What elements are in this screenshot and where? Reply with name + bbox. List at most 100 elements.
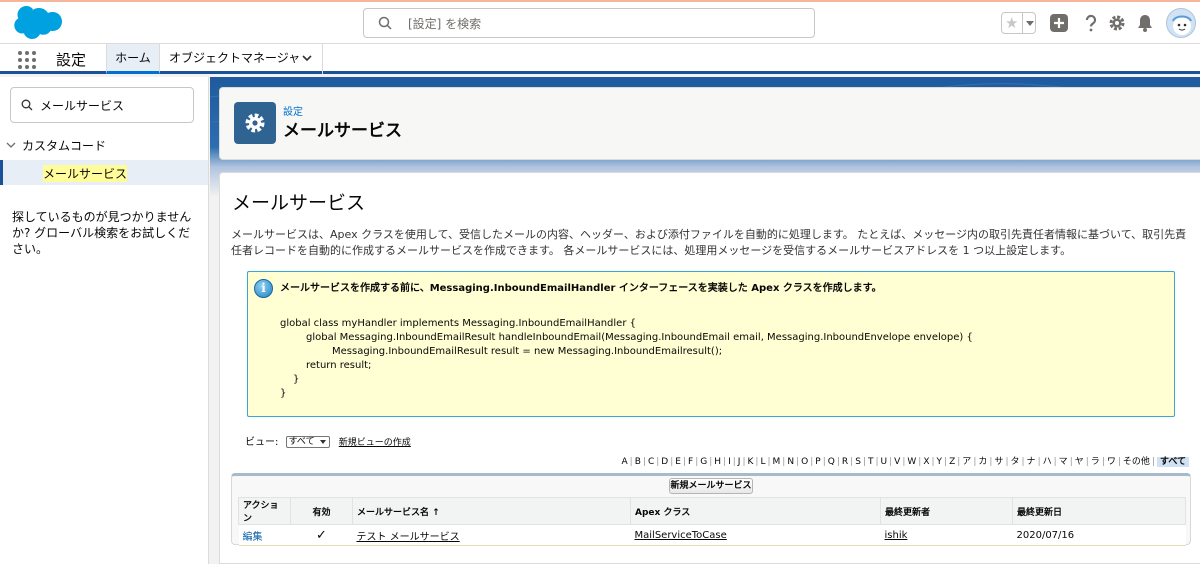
alpha-separator: | bbox=[931, 457, 935, 467]
section-title: メールサービス bbox=[232, 192, 366, 214]
tab-home[interactable]: ホーム bbox=[106, 44, 160, 74]
plus-icon[interactable] bbox=[1049, 13, 1069, 33]
setup-gear-icon bbox=[234, 102, 276, 144]
alpha-filter-item[interactable]: W bbox=[907, 457, 916, 467]
alpha-filter-item[interactable]: Q bbox=[828, 457, 835, 467]
tree-node-custom-code[interactable]: カスタムコード bbox=[6, 137, 106, 154]
column-header[interactable]: 最終更新者 bbox=[880, 497, 1013, 525]
email-service-name-link[interactable]: テスト メールサービス bbox=[357, 532, 460, 543]
alpha-separator: | bbox=[889, 457, 893, 467]
favorites-dropdown-icon[interactable] bbox=[1022, 13, 1036, 33]
email-services-table: アクション 有効 メールサービス名 ↑ Apex クラス 最終更新者 最終更新日… bbox=[238, 497, 1186, 546]
alpha-filter-item[interactable]: ハ bbox=[1043, 457, 1052, 467]
column-header[interactable]: Apex クラス bbox=[630, 497, 881, 525]
section-description: メールサービスは、Apex クラスを使用して、受信したメールの内容、ヘッダー、お… bbox=[231, 228, 1187, 257]
chevron-down-icon[interactable] bbox=[302, 53, 312, 63]
global-search-input[interactable]: [設定] を検索 bbox=[363, 8, 815, 38]
code-line: global class myHandler implements Messag… bbox=[280, 318, 636, 329]
alpha-filter-item[interactable]: J bbox=[738, 457, 741, 467]
user-avatar[interactable] bbox=[1166, 8, 1196, 38]
alpha-separator: | bbox=[695, 457, 699, 467]
alpha-separator: | bbox=[742, 457, 746, 467]
alpha-filter-item[interactable]: ナ bbox=[1027, 457, 1036, 467]
alpha-filter-item[interactable]: カ bbox=[978, 457, 987, 467]
new-view-link[interactable]: 新規ビューの作成 bbox=[339, 438, 411, 448]
alpha-separator: | bbox=[670, 457, 674, 467]
alpha-filter-item[interactable]: O bbox=[801, 457, 808, 467]
alpha-filter-item[interactable]: D bbox=[661, 457, 668, 467]
sidebar-item-label: メールサービス bbox=[43, 165, 128, 182]
alpha-filter-item[interactable]: C bbox=[648, 457, 654, 467]
column-header-sorted[interactable]: メールサービス名 ↑ bbox=[352, 497, 631, 525]
alpha-separator: | bbox=[1151, 457, 1155, 467]
bell-icon[interactable] bbox=[1135, 13, 1155, 33]
column-header[interactable]: 最終更新日 bbox=[1012, 497, 1186, 525]
edit-link[interactable]: 編集 bbox=[243, 532, 263, 543]
sidebar-item-email-services[interactable]: メールサービス bbox=[0, 160, 208, 185]
modified-by-link[interactable]: ishik bbox=[885, 530, 908, 541]
alpha-filter-item[interactable]: B bbox=[635, 457, 641, 467]
alpha-filter-item[interactable]: Z bbox=[949, 457, 955, 467]
alpha-filter-item[interactable]: X bbox=[923, 457, 929, 467]
alpha-filter-item[interactable]: K bbox=[748, 457, 754, 467]
alpha-separator: | bbox=[1101, 457, 1105, 467]
new-email-service-button[interactable]: 新規メールサービス bbox=[669, 478, 753, 494]
alpha-filter-item[interactable]: ラ bbox=[1091, 457, 1100, 467]
alpha-filter-item[interactable]: U bbox=[881, 457, 888, 467]
alpha-filter-all[interactable]: すべて bbox=[1156, 457, 1189, 467]
salesforce-cloud-logo[interactable] bbox=[10, 6, 62, 42]
setup-sidebar: メールサービス カスタムコード メールサービス 探しているものが見つかりませんか… bbox=[0, 77, 209, 564]
gear-icon[interactable] bbox=[1107, 13, 1127, 33]
app-name: 設定 bbox=[56, 51, 87, 69]
alpha-filter-item[interactable]: V bbox=[894, 457, 900, 467]
active-checkmark-icon: ✓ bbox=[290, 524, 353, 546]
alpha-separator: | bbox=[1005, 457, 1009, 467]
global-header: [設定] を検索 ★ bbox=[0, 0, 1200, 44]
app-launcher-icon[interactable] bbox=[18, 51, 36, 69]
alpha-separator: | bbox=[709, 457, 713, 467]
app-nav-bar: 設定 ホーム オブジェクトマネージャ bbox=[0, 44, 1200, 74]
alpha-filter-item[interactable]: ヤ bbox=[1075, 457, 1084, 467]
page-title: メールサービス bbox=[283, 121, 402, 141]
tab-object-manager[interactable]: オブジェクトマネージャ bbox=[161, 44, 323, 74]
list-panel: 新規メールサービス アクション 有効 メールサービス名 ↑ Apex クラス 最… bbox=[231, 473, 1191, 546]
sidebar-help-note: 探しているものが見つかりませんか? グローバル検索をお試しください。 bbox=[12, 210, 192, 256]
favorites-button[interactable]: ★ bbox=[1001, 12, 1036, 34]
astro-avatar bbox=[1172, 15, 1192, 35]
alpha-filter-item[interactable]: F bbox=[688, 457, 693, 467]
alpha-separator: | bbox=[1053, 457, 1057, 467]
alpha-filter-item[interactable]: その他 bbox=[1123, 457, 1150, 467]
alpha-separator: | bbox=[732, 457, 736, 467]
quick-find-input[interactable]: メールサービス bbox=[10, 87, 194, 123]
alpha-separator: | bbox=[755, 457, 759, 467]
page-header: 設定 メールサービス bbox=[219, 87, 1200, 160]
alpha-filter-item[interactable]: ア bbox=[962, 457, 971, 467]
alpha-filter-item[interactable]: P bbox=[815, 457, 820, 467]
alpha-filter-item[interactable]: N bbox=[787, 457, 794, 467]
column-header: 有効 bbox=[290, 497, 353, 525]
alpha-filter-item[interactable]: L bbox=[760, 457, 765, 467]
code-line: global Messaging.InboundEmailResult hand… bbox=[306, 332, 973, 343]
modified-date: 2020/07/16 bbox=[1012, 524, 1186, 546]
alpha-filter-item[interactable]: H bbox=[714, 457, 721, 467]
alpha-filter-item[interactable]: マ bbox=[1059, 457, 1068, 467]
alpha-filter-item[interactable]: サ bbox=[994, 457, 1003, 467]
search-icon bbox=[21, 99, 33, 111]
alpha-filter-item[interactable]: T bbox=[868, 457, 874, 467]
alpha-filter-item[interactable]: S bbox=[855, 457, 861, 467]
alpha-filter-item[interactable]: I bbox=[728, 457, 731, 467]
alpha-filter-item[interactable]: A bbox=[621, 457, 627, 467]
alpha-separator: | bbox=[782, 457, 786, 467]
search-icon bbox=[378, 16, 392, 30]
help-icon[interactable] bbox=[1081, 13, 1101, 33]
alpha-filter-item[interactable]: R bbox=[842, 457, 848, 467]
apex-class-link[interactable]: MailServiceToCase bbox=[635, 530, 727, 541]
quick-find-value: メールサービス bbox=[40, 99, 125, 113]
view-select[interactable]: すべて bbox=[285, 436, 330, 448]
alpha-filter-item[interactable]: ワ bbox=[1107, 457, 1116, 467]
alpha-filter-item[interactable]: E bbox=[675, 457, 681, 467]
alpha-filter-item[interactable]: M bbox=[773, 457, 781, 467]
alpha-filter-item[interactable]: タ bbox=[1010, 457, 1019, 467]
alpha-filter-item[interactable]: G bbox=[700, 457, 707, 467]
alpha-filter-item[interactable]: Y bbox=[937, 457, 943, 467]
